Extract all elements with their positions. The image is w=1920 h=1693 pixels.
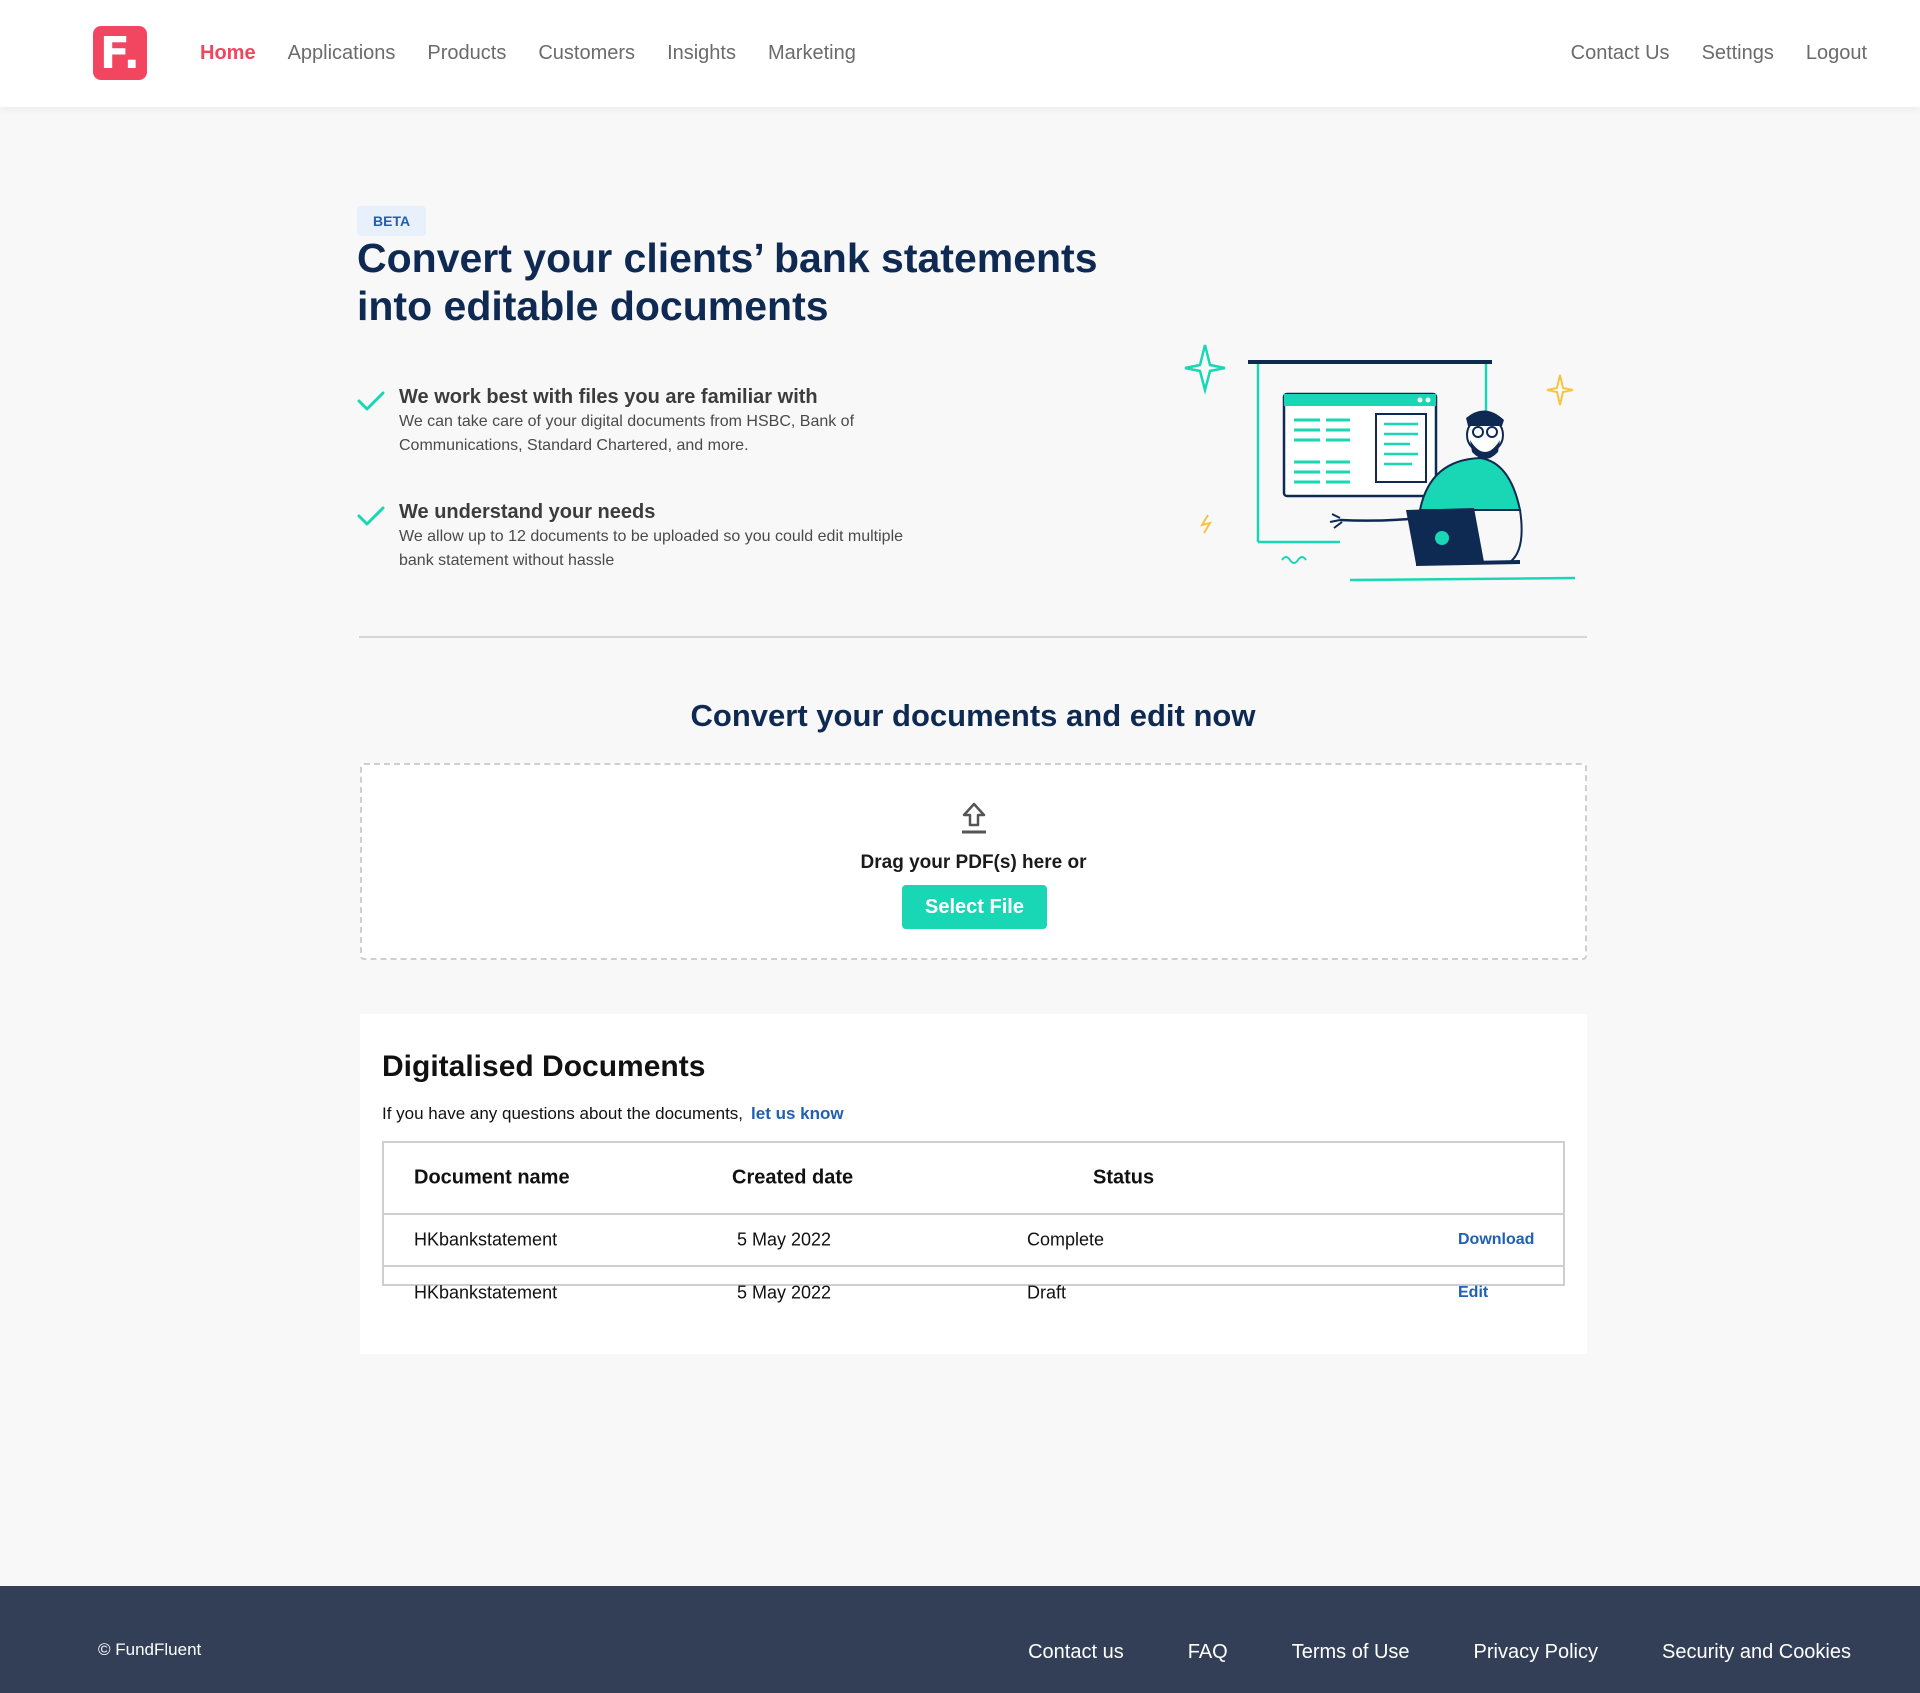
pdf-dropzone[interactable]: Drag your PDF(s) here or Select File xyxy=(360,763,1587,960)
nav-applications[interactable]: Applications xyxy=(288,42,396,65)
column-header-document-name: Document name xyxy=(414,1166,570,1189)
created-date: 5 May 2022 xyxy=(737,1282,832,1303)
footer-contact-us[interactable]: Contact us xyxy=(1028,1641,1124,1664)
edit-link[interactable]: Edit xyxy=(1458,1284,1488,1302)
feature-description: We can take care of your digital documen… xyxy=(399,413,855,454)
top-navbar: F. Home Applications Products Customers … xyxy=(0,0,1920,107)
feature-item: We work best with files you are familiar… xyxy=(357,384,957,458)
checkmark-icon xyxy=(357,391,385,411)
digitalised-documents-panel: Digitalised Documents If you have any qu… xyxy=(360,1014,1587,1354)
nav-settings[interactable]: Settings xyxy=(1702,42,1774,65)
upload-section-title: Convert your documents and edit now xyxy=(690,698,1256,733)
nav-marketing[interactable]: Marketing xyxy=(768,42,856,65)
beta-badge: BETA xyxy=(357,206,427,236)
feature-title: We understand your needs xyxy=(399,501,656,523)
status: Complete xyxy=(1027,1229,1105,1250)
footer-nav: Contact us FAQ Terms of Use Privacy Poli… xyxy=(1028,1641,1851,1664)
footer: © FundFluent Contact us FAQ Terms of Use… xyxy=(0,1586,1920,1693)
nav-insights[interactable]: Insights xyxy=(667,42,736,65)
nav-home[interactable]: Home xyxy=(200,42,256,65)
table-row: HKbankstatement 5 May 2022 Draft Edit xyxy=(384,1267,1563,1319)
footer-privacy-policy[interactable]: Privacy Policy xyxy=(1474,1641,1598,1664)
column-header-created-date: Created date xyxy=(732,1166,854,1189)
download-link[interactable]: Download xyxy=(1458,1231,1534,1249)
footer-terms-of-use[interactable]: Terms of Use xyxy=(1292,1641,1410,1664)
document-name: HKbankstatement xyxy=(414,1282,558,1303)
fundfluent-logo[interactable]: F. xyxy=(93,26,147,80)
drag-instructions: Drag your PDF(s) here or xyxy=(860,852,1087,873)
created-date: 5 May 2022 xyxy=(737,1229,832,1250)
documents-title: Digitalised Documents xyxy=(382,1050,706,1083)
documents-help-text: If you have any questions about the docu… xyxy=(382,1104,844,1124)
documents-table: Document name Created date Status HKbank… xyxy=(382,1141,1565,1303)
help-text: If you have any questions about the docu… xyxy=(382,1104,744,1123)
table-row: HKbankstatement 5 May 2022 Complete Down… xyxy=(384,1215,1563,1267)
select-file-button[interactable]: Select File xyxy=(902,885,1047,929)
upload-icon xyxy=(962,802,986,834)
nav-logout[interactable]: Logout xyxy=(1806,42,1867,65)
feature-description: We allow up to 12 documents to be upload… xyxy=(399,528,904,569)
hero-title: Convert your clients’ bank statements in… xyxy=(357,235,1098,329)
primary-nav: Home Applications Products Customers Ins… xyxy=(200,0,856,107)
nav-customers[interactable]: Customers xyxy=(538,42,635,65)
nav-products[interactable]: Products xyxy=(427,42,506,65)
status: Draft xyxy=(1027,1282,1067,1303)
table-header: Document name Created date Status xyxy=(384,1143,1563,1215)
column-header-status: Status xyxy=(1093,1166,1155,1189)
section-divider xyxy=(359,636,1587,638)
hero-illustration xyxy=(1184,344,1576,582)
feature-item: We understand your needs We allow up to … xyxy=(357,499,957,573)
copyright: © FundFluent xyxy=(98,1640,202,1659)
nav-contact-us[interactable]: Contact Us xyxy=(1571,42,1670,65)
checkmark-icon xyxy=(357,506,385,526)
document-name: HKbankstatement xyxy=(414,1229,558,1250)
secondary-nav: Contact Us Settings Logout xyxy=(1571,0,1867,107)
let-us-know-link[interactable]: let us know xyxy=(751,1104,844,1123)
feature-title: We work best with files you are familiar… xyxy=(399,386,818,408)
footer-security-and-cookies[interactable]: Security and Cookies xyxy=(1662,1641,1851,1664)
footer-faq[interactable]: FAQ xyxy=(1188,1641,1228,1664)
